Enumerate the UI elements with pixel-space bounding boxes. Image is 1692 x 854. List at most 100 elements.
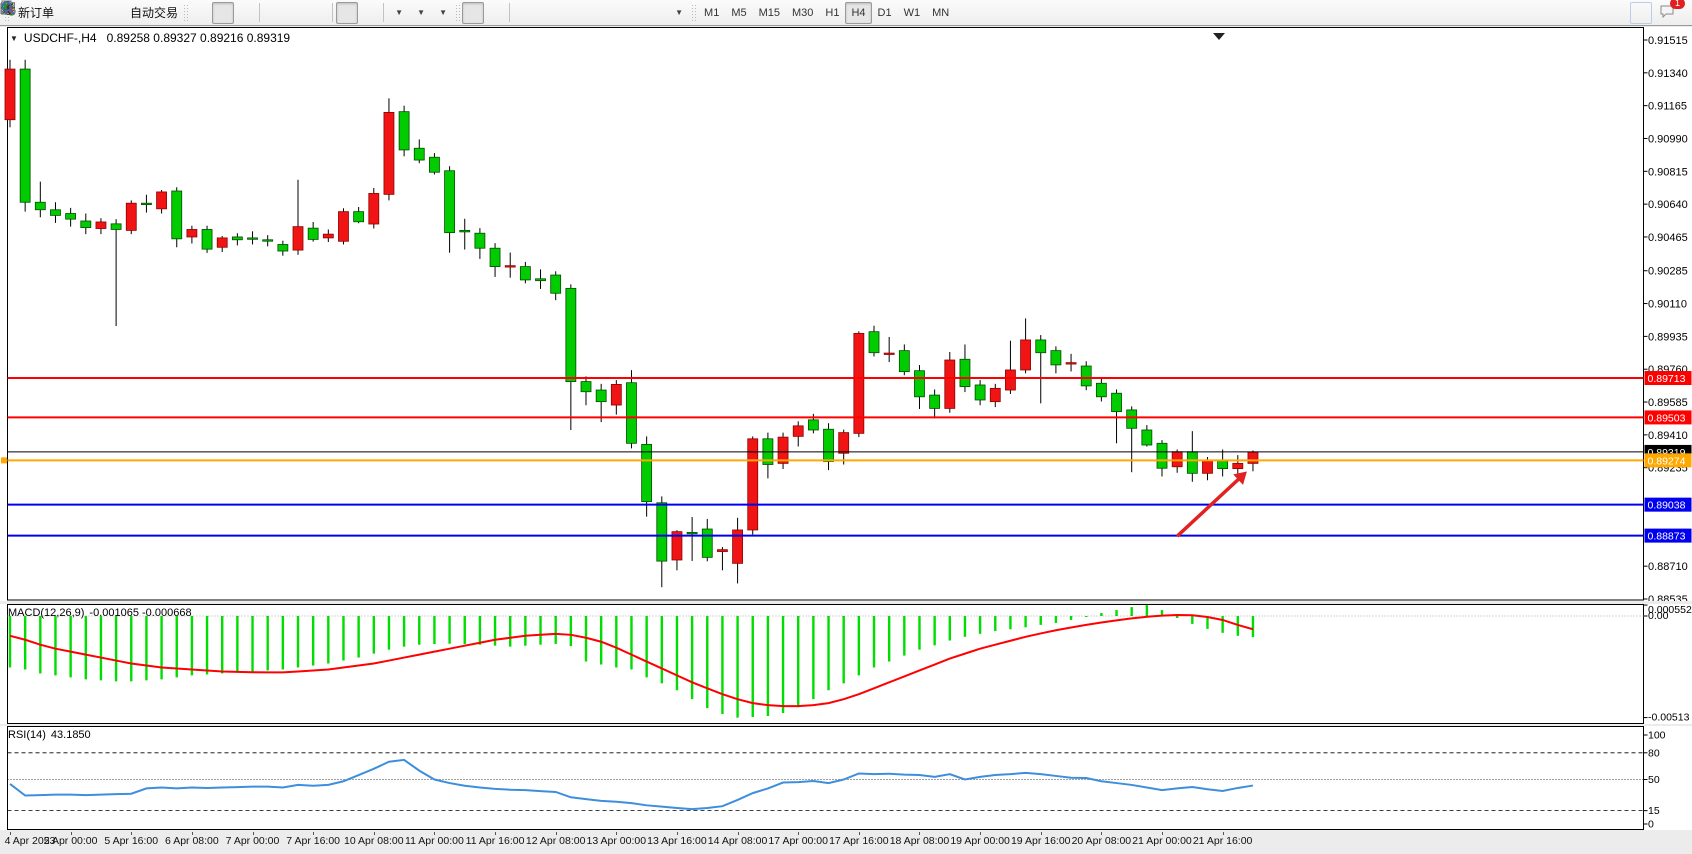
- candlestick-chart[interactable]: 0.915150.913400.911650.909900.908150.906…: [0, 27, 1692, 601]
- auto-scroll-button[interactable]: [336, 2, 358, 24]
- svg-text:-0.00513: -0.00513: [1648, 712, 1690, 724]
- toolbar-grip: [691, 4, 696, 22]
- time-label: 20 Apr 08:00: [1072, 835, 1132, 847]
- time-label: 6 Apr 08:00: [165, 835, 219, 847]
- timeframe-H4[interactable]: H4: [845, 2, 871, 24]
- time-label: 11 Apr 16:00: [466, 835, 525, 847]
- toolbar-grip: [455, 4, 460, 22]
- text-tool[interactable]: A: [623, 2, 645, 24]
- time-axis[interactable]: 4 Apr 20235 Apr 00:005 Apr 16:006 Apr 08…: [0, 832, 1692, 848]
- time-label: 11 Apr 00:00: [405, 835, 464, 847]
- market-watch-button[interactable]: [57, 2, 79, 24]
- toolbar-separator: [259, 3, 260, 22]
- svg-text:0.91340: 0.91340: [1648, 68, 1688, 80]
- svg-text:0.89713: 0.89713: [1648, 373, 1686, 385]
- svg-text:15: 15: [1648, 805, 1660, 817]
- rsi-panel[interactable]: RSI(14)43.1850 1008050150: [0, 726, 1692, 830]
- mt4-window: 新订单 自动交易: [0, 0, 1692, 854]
- timeframe-W1[interactable]: W1: [898, 2, 927, 24]
- svg-text:0.90110: 0.90110: [1648, 299, 1687, 311]
- svg-text:50: 50: [1648, 774, 1660, 786]
- time-label: 7 Apr 16:00: [286, 835, 340, 847]
- line-chart-button[interactable]: [234, 2, 256, 24]
- main-chart-panel[interactable]: ▼ USDCHF-,H4 0.89258 0.89327 0.89216 0.8…: [0, 27, 1692, 601]
- time-label: 21 Apr 00:00: [1132, 835, 1192, 847]
- toolbar-separator: [383, 3, 384, 22]
- rsi-label: RSI(14)43.1850: [8, 729, 91, 741]
- svg-text:0.89410: 0.89410: [1648, 430, 1688, 442]
- dropdown-arrow-icon: ▼: [417, 8, 425, 17]
- toolbar-separator: [509, 3, 510, 22]
- timeframe-D1[interactable]: D1: [872, 2, 898, 24]
- sound-button[interactable]: [101, 2, 123, 24]
- crosshair-tool-button[interactable]: [484, 2, 506, 24]
- svg-text:0.90465: 0.90465: [1648, 232, 1688, 244]
- metaeditor-button[interactable]: [79, 2, 101, 24]
- templates-button[interactable]: ▼: [431, 2, 453, 24]
- zoom-in-button[interactable]: [263, 2, 285, 24]
- svg-text:100: 100: [1648, 730, 1666, 742]
- time-label: 17 Apr 16:00: [829, 835, 889, 847]
- time-label: 14 Apr 08:00: [708, 835, 768, 847]
- trendline-tool[interactable]: [557, 2, 579, 24]
- time-label: 18 Apr 08:00: [890, 835, 950, 847]
- chart-shift-button[interactable]: [358, 2, 380, 24]
- svg-text:0.88873: 0.88873: [1648, 531, 1686, 543]
- time-label: 5 Apr 00:00: [44, 835, 98, 847]
- tile-windows-button[interactable]: [307, 2, 329, 24]
- dropdown-arrow-icon: ▼: [395, 8, 403, 17]
- svg-text:0.91515: 0.91515: [1648, 35, 1688, 47]
- periods-button[interactable]: ▼: [409, 2, 431, 24]
- ohlc-values: 0.89258 0.89327 0.89216 0.89319: [107, 31, 291, 45]
- channel-tool[interactable]: E: [579, 2, 601, 24]
- search-button[interactable]: [1630, 2, 1652, 24]
- svg-text:0.90815: 0.90815: [1648, 166, 1688, 178]
- zoom-out-button[interactable]: [285, 2, 307, 24]
- autotrading-button[interactable]: 自动交易: [123, 2, 181, 24]
- time-label: 19 Apr 00:00: [950, 835, 1010, 847]
- timeframe-M1[interactable]: M1: [698, 2, 725, 24]
- dropdown-arrow-icon: ▼: [439, 8, 447, 17]
- chart-title: ▼ USDCHF-,H4 0.89258 0.89327 0.89216 0.8…: [10, 31, 290, 45]
- svg-text:0.90640: 0.90640: [1648, 199, 1688, 211]
- collapse-triangle-icon[interactable]: ▼: [10, 34, 18, 43]
- fibonacci-tool[interactable]: F: [601, 2, 623, 24]
- bar-chart-button[interactable]: [190, 2, 212, 24]
- vertical-line-tool[interactable]: [513, 2, 535, 24]
- arrows-tool[interactable]: ▼: [667, 2, 689, 24]
- time-label: 5 Apr 16:00: [104, 835, 158, 847]
- cursor-tool-button[interactable]: [462, 2, 484, 24]
- timeframe-M30[interactable]: M30: [786, 2, 819, 24]
- autotrading-label: 自动交易: [130, 4, 178, 21]
- indicators-button[interactable]: ▼: [387, 2, 409, 24]
- svg-text:0.88535: 0.88535: [1648, 594, 1688, 601]
- notification-badge: 1: [1670, 0, 1685, 9]
- macd-panel[interactable]: MACD(12,26,9)-0.001065 -0.000668 0.00055…: [0, 604, 1692, 724]
- text-label-tool[interactable]: T: [645, 2, 667, 24]
- time-label: 17 Apr 00:00: [768, 835, 828, 847]
- timeframe-M15[interactable]: M15: [753, 2, 786, 24]
- svg-text:0: 0: [1648, 819, 1654, 831]
- rsi-chart: 1008050150: [0, 726, 1692, 830]
- candlestick-chart-button[interactable]: [212, 2, 234, 24]
- time-label: 21 Apr 16:00: [1193, 835, 1253, 847]
- toolbar-separator: [332, 3, 333, 22]
- time-label: 12 Apr 08:00: [526, 835, 586, 847]
- svg-text:0.91165: 0.91165: [1648, 101, 1687, 113]
- timeframe-MN[interactable]: MN: [926, 2, 955, 24]
- timeframe-M5[interactable]: M5: [725, 2, 752, 24]
- time-label: 7 Apr 00:00: [226, 835, 280, 847]
- time-label: 19 Apr 16:00: [1011, 835, 1071, 847]
- svg-text:0.89503: 0.89503: [1648, 412, 1686, 424]
- timeframe-H1[interactable]: H1: [819, 2, 845, 24]
- search-icon: [0, 0, 16, 16]
- svg-text:0.89038: 0.89038: [1648, 500, 1686, 512]
- macd-chart: 0.0005520.00-0.00513: [0, 604, 1692, 724]
- toolbar-right: 1: [1630, 2, 1690, 24]
- time-label: 13 Apr 00:00: [587, 835, 647, 847]
- new-order-label: 新订单: [18, 4, 54, 21]
- svg-text:0.89585: 0.89585: [1648, 397, 1688, 409]
- horizontal-line-tool[interactable]: [535, 2, 557, 24]
- new-order-button[interactable]: 新订单: [11, 2, 57, 24]
- notifications-button[interactable]: 1: [1658, 2, 1680, 24]
